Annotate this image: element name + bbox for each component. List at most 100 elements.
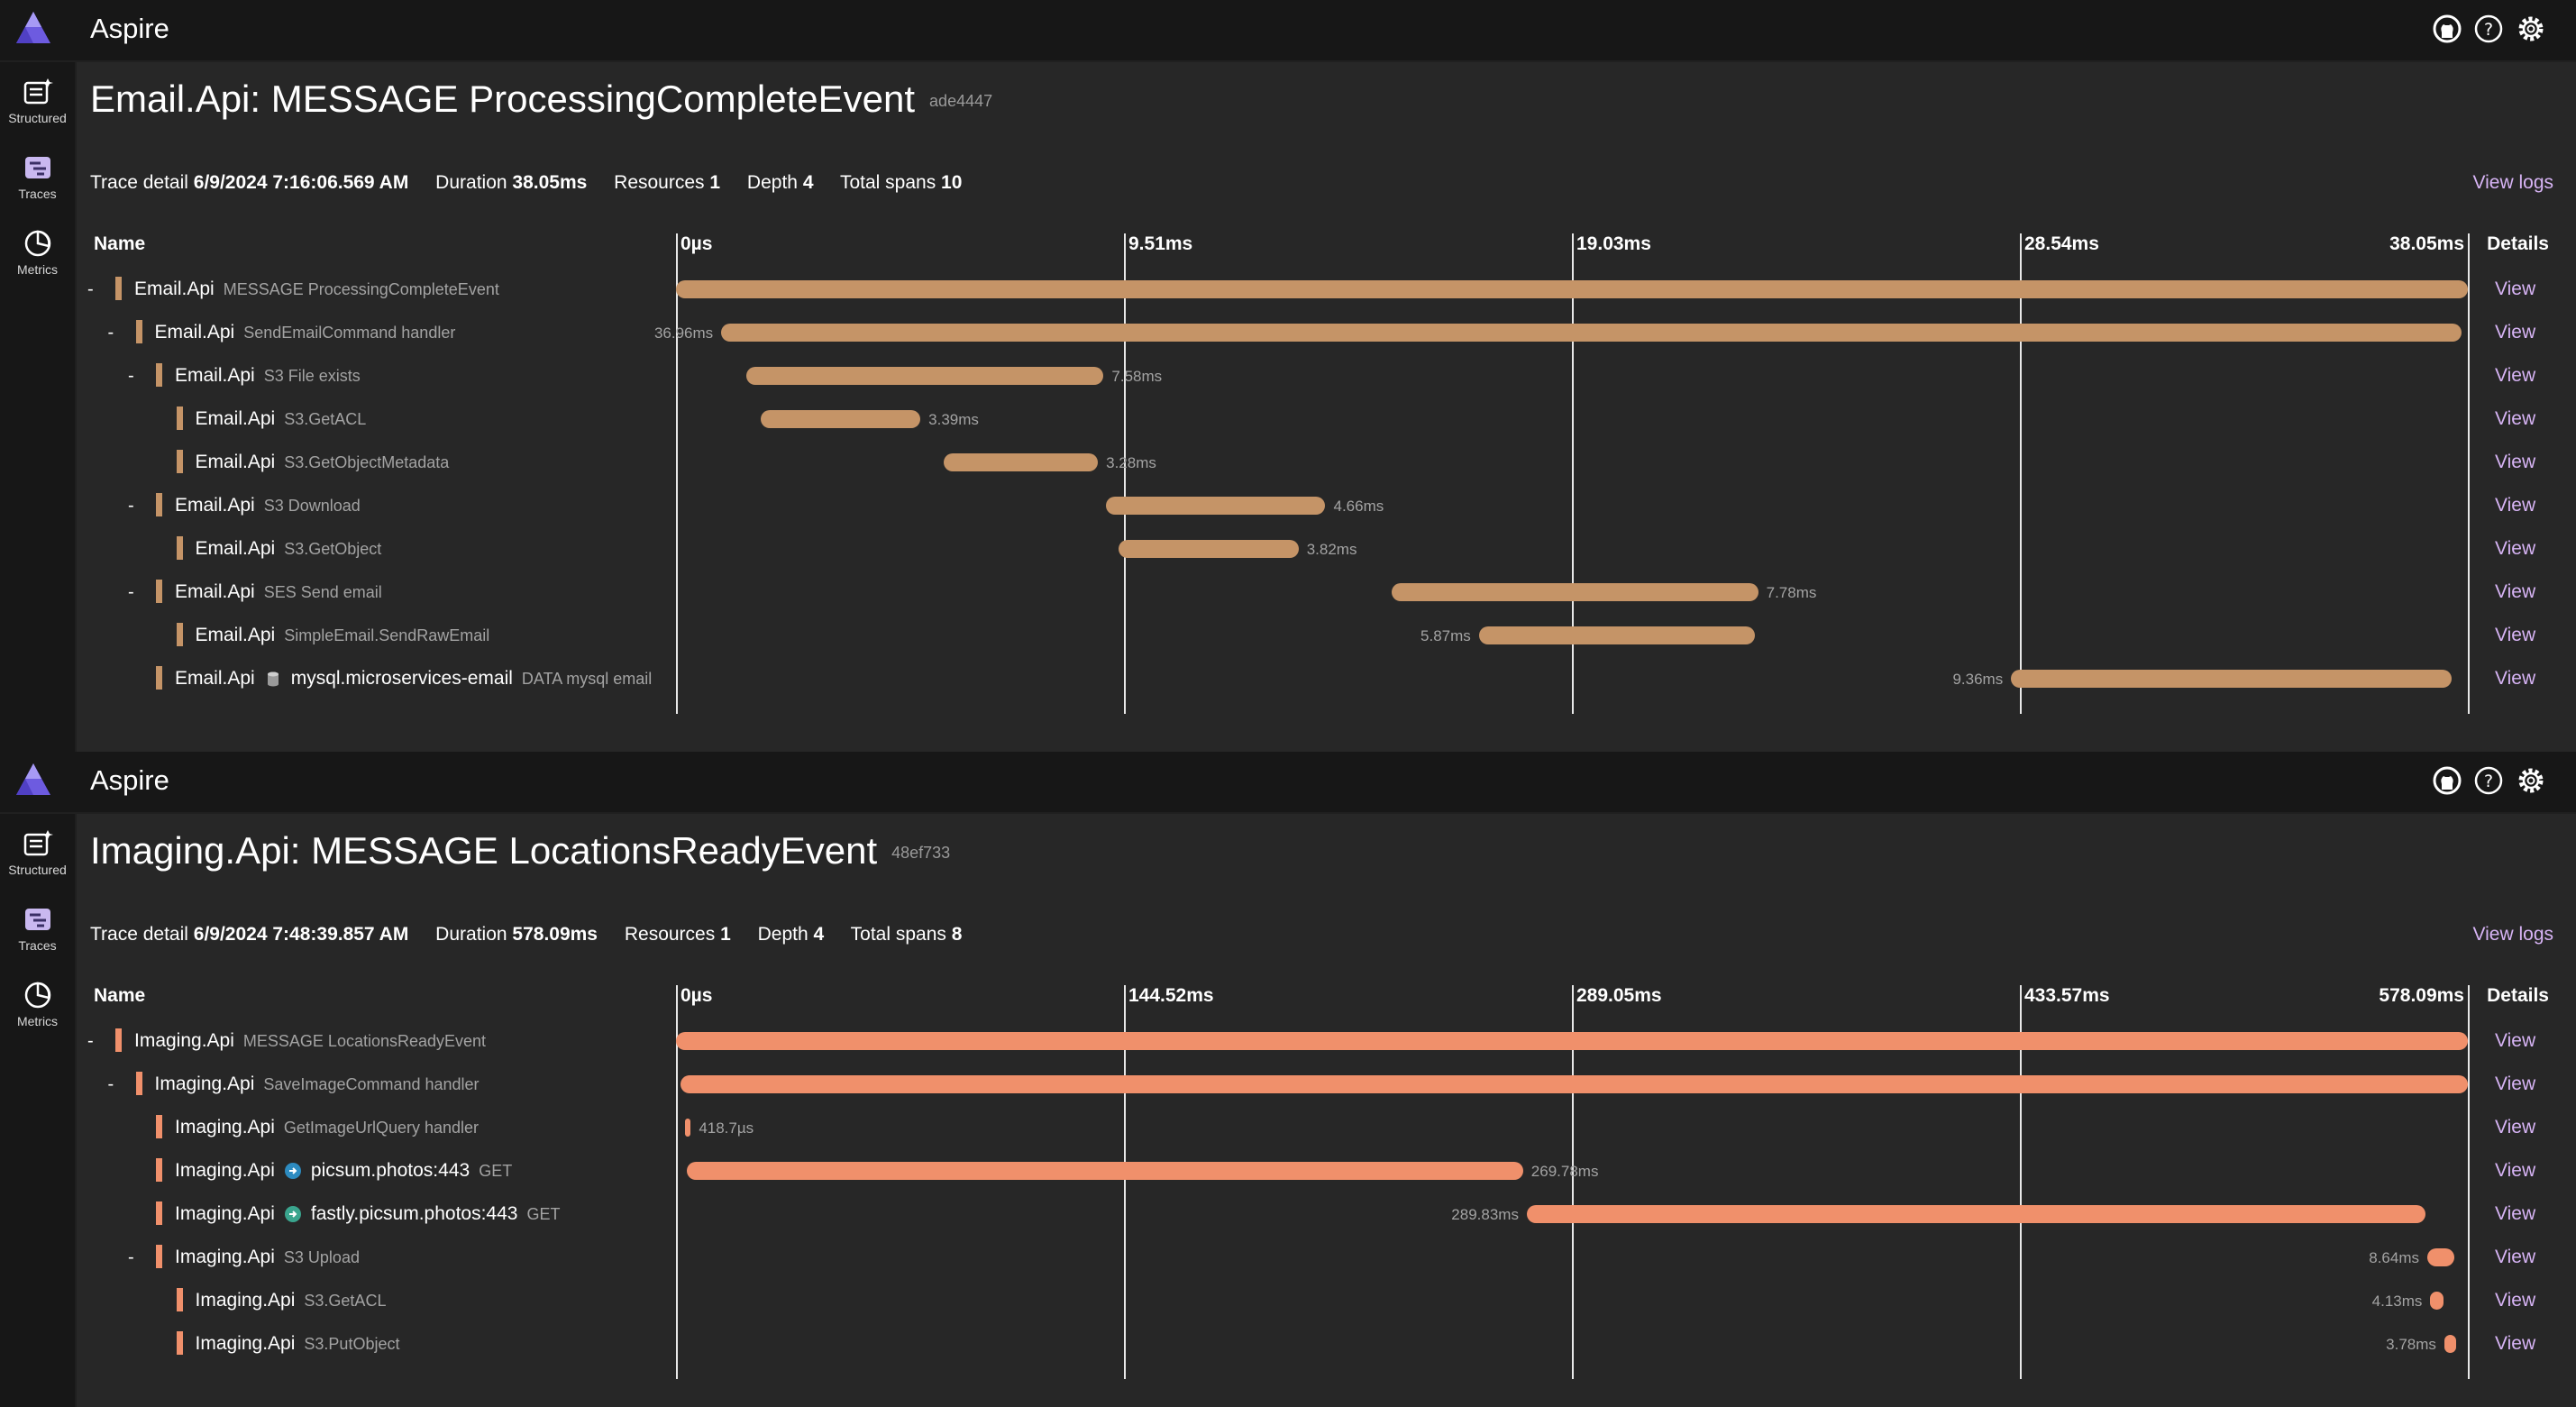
- depth-value: 4: [802, 172, 814, 193]
- span-view-details-link[interactable]: View: [2495, 581, 2535, 603]
- span-service-name: Email.Api SendEmailCommand handler: [155, 322, 456, 343]
- span-row[interactable]: - Email.Api S3 Download 4.66ms View: [0, 489, 2576, 532]
- span-row[interactable]: - Imaging.Api MESSAGE LocationsReadyEvent V…: [0, 1024, 2576, 1067]
- timeline-tick-label: 433.57ms: [2024, 985, 2110, 1006]
- span-duration-label: 4.13ms: [2371, 1293, 2423, 1310]
- span-view-details-link[interactable]: View: [2495, 1074, 2535, 1095]
- span-row[interactable]: - Imaging.Api S3 Upload 8.64ms View: [0, 1240, 2576, 1284]
- span-row[interactable]: Email.Api S3.GetObjectMetadata 3.28ms View: [0, 445, 2576, 489]
- span-view-details-link[interactable]: View: [2495, 538, 2535, 560]
- nav-structured[interactable]: Structured: [0, 821, 75, 893]
- span-name: MESSAGE ProcessingCompleteEvent: [223, 280, 499, 298]
- span-row[interactable]: Email.Api SimpleEmail.SendRawEmail 5.87ms V…: [0, 618, 2576, 662]
- collapse-toggle[interactable]: -: [108, 1074, 114, 1095]
- collapse-toggle[interactable]: -: [87, 279, 94, 300]
- span-service-name: Email.Api SimpleEmail.SendRawEmail: [196, 625, 490, 646]
- span-view-details-link[interactable]: View: [2495, 1247, 2535, 1268]
- app-title[interactable]: Aspire: [90, 13, 169, 45]
- span-row[interactable]: - Email.Api S3 File exists 7.58ms View: [0, 359, 2576, 402]
- nav-traces-label: Traces: [18, 938, 57, 953]
- span-kind-label: GET: [526, 1205, 561, 1223]
- span-view-details-link[interactable]: View: [2495, 1203, 2535, 1225]
- timeline-tick-label: 0µs: [681, 985, 713, 1006]
- span-row[interactable]: Email.Api S3.GetACL 3.39ms View: [0, 402, 2576, 445]
- span-duration-bar[interactable]: [2426, 1248, 2454, 1266]
- nav-traces[interactable]: Traces: [0, 145, 75, 217]
- span-duration-bar[interactable]: [676, 280, 2468, 298]
- nav-traces[interactable]: Traces: [0, 897, 75, 969]
- span-duration-bar[interactable]: [685, 1119, 691, 1137]
- view-logs-link[interactable]: View logs: [2473, 924, 2554, 946]
- span-duration-bar[interactable]: [687, 1162, 1523, 1180]
- depth-label: Depth: [746, 172, 798, 193]
- span-row[interactable]: Imaging.Api fastly.picsum.photos:443 GET 28…: [0, 1197, 2576, 1240]
- span-row[interactable]: Imaging.Api S3.GetACL 4.13ms View: [0, 1284, 2576, 1327]
- help-icon[interactable]: ?: [2472, 764, 2505, 797]
- span-duration-bar[interactable]: [1526, 1205, 2425, 1223]
- span-duration-label: 3.82ms: [1306, 541, 1357, 558]
- collapse-toggle[interactable]: -: [128, 366, 134, 387]
- span-row[interactable]: Email.Api S3.GetObject 3.82ms View: [0, 532, 2576, 575]
- collapse-toggle[interactable]: -: [128, 1247, 134, 1268]
- span-view-details-link[interactable]: View: [2495, 1290, 2535, 1311]
- github-icon[interactable]: [2431, 764, 2463, 797]
- span-view-details-link[interactable]: View: [2495, 1030, 2535, 1052]
- span-duration-bar[interactable]: [721, 324, 2462, 342]
- span-view-details-link[interactable]: View: [2495, 1333, 2535, 1355]
- github-icon[interactable]: [2431, 13, 2463, 45]
- span-duration-bar[interactable]: [761, 410, 921, 428]
- http-icon: [284, 1163, 301, 1180]
- span-row[interactable]: - Email.Api MESSAGE ProcessingCompleteEven…: [0, 272, 2576, 315]
- app-title[interactable]: Aspire: [90, 764, 169, 797]
- span-duration-bar[interactable]: [2430, 1292, 2444, 1310]
- resource-color-marker: [156, 1115, 162, 1138]
- span-row[interactable]: - Email.Api SES Send email 7.78ms View: [0, 575, 2576, 618]
- span-view-details-link[interactable]: View: [2495, 365, 2535, 387]
- span-view-details-link[interactable]: View: [2495, 279, 2535, 300]
- collapse-toggle[interactable]: -: [128, 496, 134, 516]
- span-view-details-link[interactable]: View: [2495, 322, 2535, 343]
- span-row[interactable]: - Email.Api SendEmailCommand handler 36.96m…: [0, 315, 2576, 359]
- span-duration-bar[interactable]: [2444, 1335, 2456, 1353]
- span-duration-bar[interactable]: [746, 367, 1104, 385]
- span-duration-bar[interactable]: [1392, 583, 1758, 601]
- span-duration-bar[interactable]: [676, 1032, 2468, 1050]
- span-duration-bar[interactable]: [1119, 540, 1299, 558]
- span-duration-label: 9.36ms: [1952, 671, 2004, 688]
- span-service-name: Imaging.Api S3.GetACL: [196, 1290, 387, 1311]
- nav-structured[interactable]: Structured: [0, 69, 75, 142]
- span-service-name: Imaging.Api GetImageUrlQuery handler: [175, 1117, 479, 1138]
- span-duration-bar[interactable]: [943, 453, 1099, 471]
- help-icon[interactable]: ?: [2472, 13, 2505, 45]
- span-row[interactable]: Imaging.Api S3.PutObject 3.78ms View: [0, 1327, 2576, 1370]
- collapse-toggle[interactable]: -: [128, 582, 134, 603]
- collapse-toggle[interactable]: -: [87, 1031, 94, 1052]
- aspire-logo-icon[interactable]: [14, 761, 52, 799]
- span-row[interactable]: - Imaging.Api SaveImageCommand handler View: [0, 1067, 2576, 1110]
- trace-detail-label: Trace detail: [90, 924, 188, 945]
- span-row[interactable]: Email.Api mysql.microservices-email DATA m…: [0, 662, 2576, 705]
- span-view-details-link[interactable]: View: [2495, 625, 2535, 646]
- span-view-details-link[interactable]: View: [2495, 1160, 2535, 1182]
- collapse-toggle[interactable]: -: [108, 323, 114, 343]
- span-name: SES Send email: [263, 583, 382, 601]
- span-duration-bar[interactable]: [681, 1075, 2468, 1093]
- span-view-details-link[interactable]: View: [2495, 668, 2535, 690]
- span-duration-bar[interactable]: [1478, 626, 1756, 644]
- view-logs-link[interactable]: View logs: [2473, 172, 2554, 194]
- settings-gear-icon[interactable]: [2515, 764, 2547, 797]
- span-row[interactable]: Imaging.Api GetImageUrlQuery handler 418.7…: [0, 1110, 2576, 1154]
- settings-gear-icon[interactable]: [2515, 13, 2547, 45]
- span-view-details-link[interactable]: View: [2495, 452, 2535, 473]
- span-view-details-link[interactable]: View: [2495, 1117, 2535, 1138]
- span-name: picsum.photos:443: [310, 1160, 470, 1181]
- span-name: S3 File exists: [263, 367, 361, 385]
- aspire-logo-icon[interactable]: [14, 9, 52, 47]
- resource-color-marker: [115, 1028, 122, 1052]
- span-duration-bar[interactable]: [2011, 670, 2453, 688]
- span-view-details-link[interactable]: View: [2495, 495, 2535, 516]
- span-view-details-link[interactable]: View: [2495, 408, 2535, 430]
- span-duration-bar[interactable]: [1106, 497, 1326, 515]
- span-row[interactable]: Imaging.Api picsum.photos:443 GET 269.78ms V…: [0, 1154, 2576, 1197]
- traces-icon: [24, 157, 50, 178]
